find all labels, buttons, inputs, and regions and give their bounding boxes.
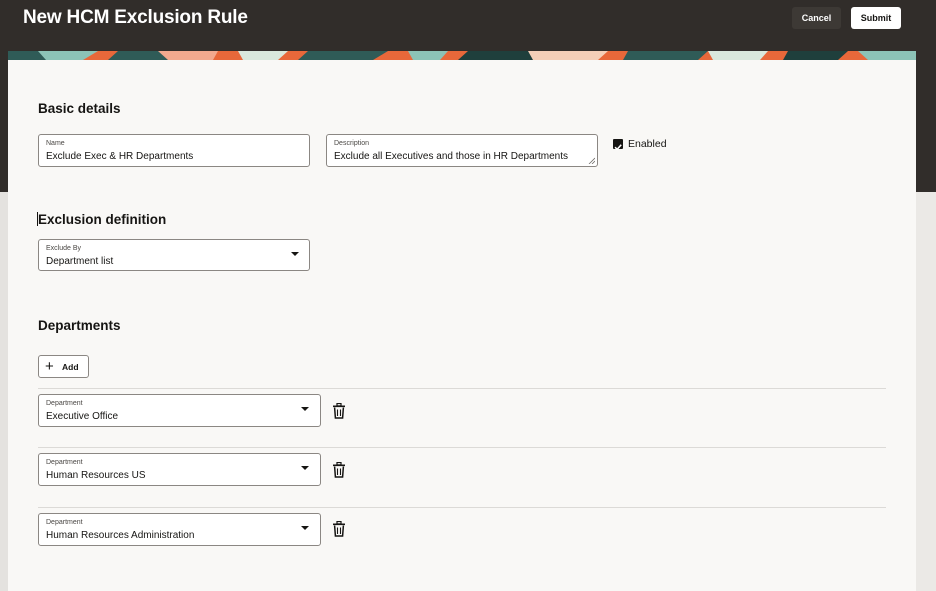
left-edge — [0, 192, 8, 591]
page-title: New HCM Exclusion Rule — [23, 7, 248, 28]
plus-icon: + — [45, 358, 54, 375]
enabled-checkbox[interactable] — [613, 139, 623, 151]
department-select-2[interactable]: Department Human Resources US — [38, 453, 321, 486]
enabled-label: Enabled — [628, 138, 667, 150]
trash-icon[interactable] — [332, 521, 346, 537]
exclude-by-label: Exclude By — [46, 245, 82, 252]
add-label: Add — [62, 362, 79, 372]
basic-details-heading: Basic details — [38, 101, 121, 116]
submit-button[interactable]: Submit — [851, 7, 901, 29]
department-value: Human Resources US — [46, 470, 146, 481]
department-label: Department — [46, 519, 83, 526]
chevron-down-icon[interactable] — [301, 526, 309, 530]
chevron-down-icon[interactable] — [301, 407, 309, 411]
exclude-by-select[interactable]: Exclude By Department list — [38, 239, 310, 271]
name-label: Name — [46, 140, 65, 147]
name-value: Exclude Exec & HR Departments — [46, 151, 194, 162]
row-divider — [38, 447, 886, 448]
department-label: Department — [46, 400, 83, 407]
description-value: Exclude all Executives and those in HR D… — [334, 151, 569, 162]
department-value: Executive Office — [46, 411, 119, 422]
description-label: Description — [334, 140, 370, 147]
departments-heading: Departments — [38, 318, 121, 333]
description-field[interactable]: Description Exclude all Executives and t… — [326, 134, 598, 167]
trash-icon[interactable] — [332, 462, 346, 478]
department-value: Human Resources Administration — [46, 530, 195, 541]
cancel-button[interactable]: Cancel — [792, 7, 841, 29]
name-field[interactable]: Name Exclude Exec & HR Departments — [38, 134, 310, 167]
department-select-3[interactable]: Department Human Resources Administratio… — [38, 513, 321, 546]
exclusion-definition-heading: Exclusion definition — [38, 212, 167, 227]
exclude-by-value: Department list — [46, 256, 114, 267]
decorative-banner — [8, 51, 916, 60]
checkmark-icon — [614, 144, 622, 151]
right-edge — [916, 192, 936, 591]
department-select-1[interactable]: Department Executive Office — [38, 394, 321, 427]
resize-handle-icon[interactable] — [588, 157, 595, 164]
row-divider — [38, 507, 886, 508]
department-label: Department — [46, 459, 83, 466]
add-department-button[interactable]: + Add — [38, 355, 89, 378]
row-divider — [38, 388, 886, 389]
chevron-down-icon[interactable] — [301, 466, 309, 470]
chevron-down-icon[interactable] — [291, 252, 299, 256]
trash-icon[interactable] — [332, 403, 346, 419]
banner-pattern — [8, 51, 916, 60]
